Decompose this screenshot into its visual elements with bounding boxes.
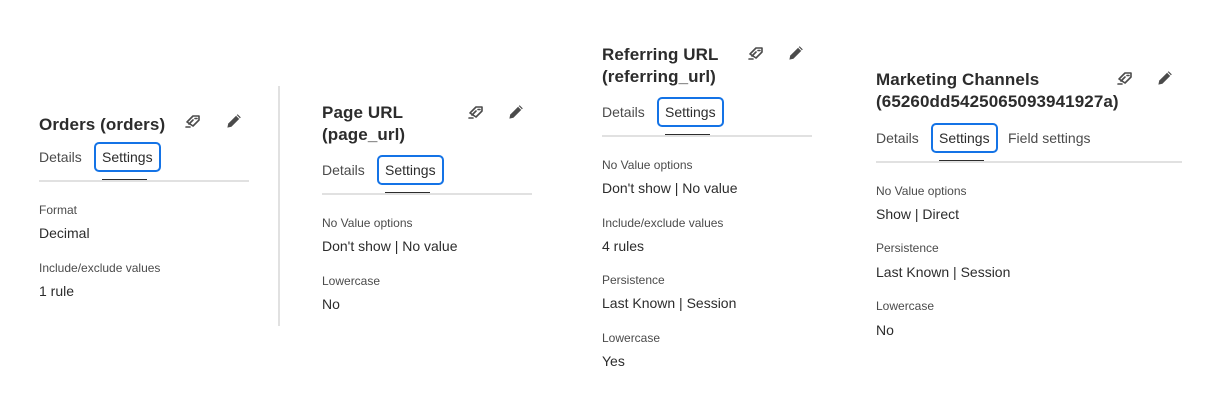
panel-page-url: Page URL (page_url) Details Settings No …: [322, 102, 532, 322]
remove-component-icon[interactable]: [1116, 69, 1134, 87]
tab-details[interactable]: Details: [876, 123, 919, 153]
title-line-2: (page_url): [322, 125, 406, 144]
remove-component-icon[interactable]: [467, 103, 485, 121]
panel-referring-url: Referring URL (referring_url) Details Se…: [602, 44, 812, 374]
panel-divider: [278, 86, 280, 326]
tab-divider: [876, 161, 1182, 163]
field-label-persistence: Persistence: [876, 241, 939, 255]
tab-bar: Details Settings: [39, 142, 249, 172]
title-line-1: Referring URL: [602, 45, 719, 64]
title-line-2: (65260dd5425065093941927a): [876, 92, 1119, 111]
tab-settings[interactable]: Settings: [931, 123, 998, 153]
field-value-include-exclude: 1 rule: [39, 283, 75, 299]
field-value-no-value-options: Don't show | No value: [322, 238, 458, 254]
title-line-2: (referring_url): [602, 67, 716, 86]
tab-bar: Details Settings: [322, 155, 532, 185]
panel-orders: Orders (orders) Details Settings Format …: [39, 112, 249, 312]
tab-divider: [322, 193, 532, 195]
field-value-persistence: Last Known | Session: [876, 264, 1011, 280]
title-line-1: Page URL: [322, 103, 404, 122]
field-label-include-exclude: Include/exclude values: [39, 261, 161, 275]
field-value-no-value-options: Show | Direct: [876, 206, 959, 222]
tab-details[interactable]: Details: [322, 155, 365, 185]
field-label-include-exclude: Include/exclude values: [602, 216, 724, 230]
remove-component-icon[interactable]: [184, 112, 202, 130]
title-line-1: Orders (orders): [39, 115, 166, 134]
field-label-lowercase: Lowercase: [322, 274, 381, 288]
panel-marketing-channels: Marketing Channels (65260dd5425065093941…: [876, 69, 1182, 349]
title-line-1: Marketing Channels: [876, 70, 1040, 89]
field-value-lowercase: Yes: [602, 353, 625, 369]
panel-title: Referring URL (referring_url): [602, 44, 719, 88]
tab-details[interactable]: Details: [602, 97, 645, 127]
remove-component-icon[interactable]: [747, 44, 765, 62]
edit-pencil-icon[interactable]: [1156, 69, 1174, 87]
field-value-include-exclude: 4 rules: [602, 238, 645, 254]
tab-bar: Details Settings: [602, 97, 812, 127]
field-label-lowercase: Lowercase: [876, 299, 935, 313]
field-label-no-value-options: No Value options: [602, 158, 693, 172]
edit-pencil-icon[interactable]: [225, 112, 243, 130]
field-label-no-value-options: No Value options: [322, 216, 413, 230]
edit-pencil-icon[interactable]: [787, 44, 805, 62]
field-label-no-value-options: No Value options: [876, 184, 967, 198]
field-value-no-value-options: Don't show | No value: [602, 180, 738, 196]
field-value-persistence: Last Known | Session: [602, 295, 737, 311]
field-value-lowercase: No: [322, 296, 340, 312]
tab-field-settings[interactable]: Field settings: [1008, 123, 1090, 153]
field-label-format: Format: [39, 203, 78, 217]
field-label-lowercase: Lowercase: [602, 331, 661, 345]
field-label-persistence: Persistence: [602, 273, 665, 287]
tab-settings[interactable]: Settings: [377, 155, 444, 185]
tab-settings[interactable]: Settings: [657, 97, 724, 127]
tab-divider: [602, 135, 812, 137]
tab-settings[interactable]: Settings: [94, 142, 161, 172]
panel-title: Marketing Channels (65260dd5425065093941…: [876, 69, 1119, 113]
tab-bar: Details Settings Field settings: [876, 123, 1182, 153]
edit-pencil-icon[interactable]: [507, 103, 525, 121]
tab-divider: [39, 180, 249, 182]
tab-details[interactable]: Details: [39, 142, 82, 172]
field-value-lowercase: No: [876, 322, 894, 338]
panel-title: Orders (orders): [39, 114, 165, 136]
panel-title: Page URL (page_url): [322, 102, 405, 146]
field-value-format: Decimal: [39, 225, 90, 241]
